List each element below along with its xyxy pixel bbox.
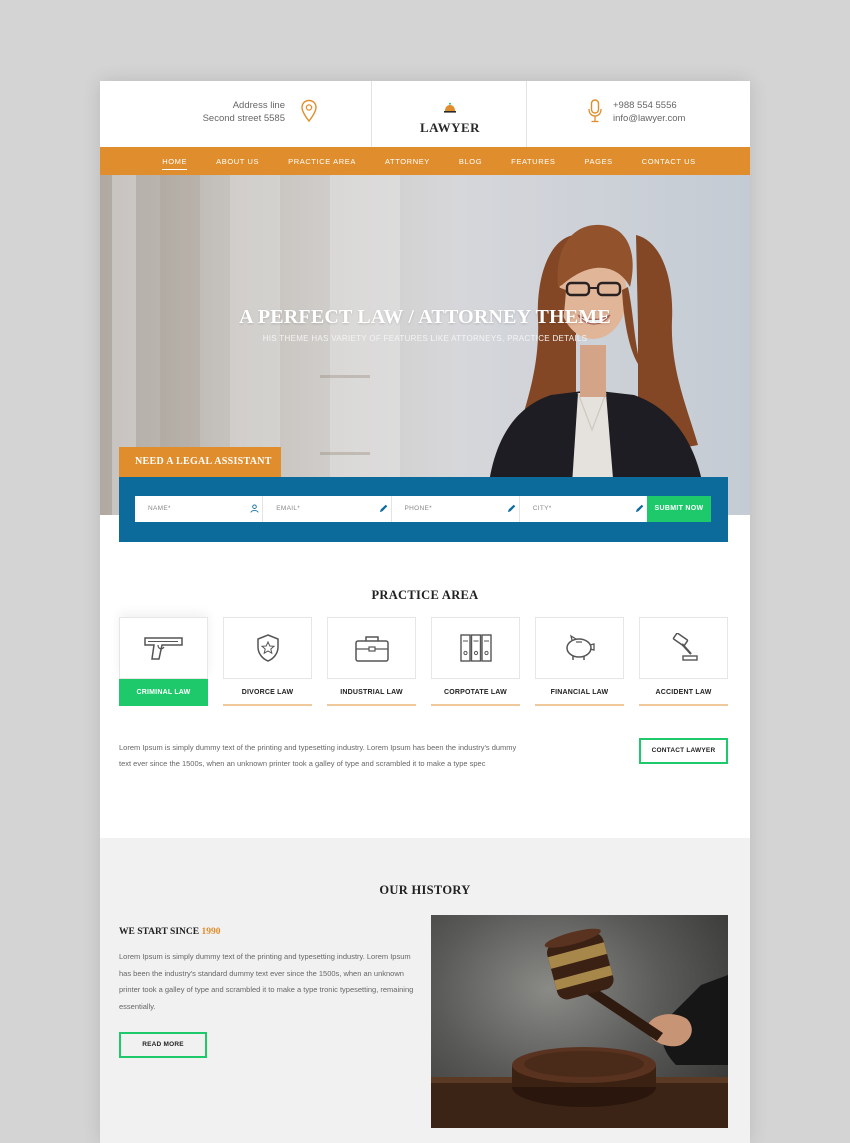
read-more-button[interactable]: READ MORE <box>119 1032 207 1058</box>
legal-assistant-tab: NEED A LEGAL ASSISTANT <box>119 447 281 477</box>
history-title: OUR HISTORY <box>379 883 471 897</box>
nav-home[interactable]: HOME <box>148 157 202 170</box>
phone-placeholder: PHONE* <box>404 505 432 512</box>
nav-practice-area[interactable]: PRACTICE AREA <box>274 157 371 166</box>
practice-card-icon-box <box>639 617 728 679</box>
address-block: Address line Second street 5585 <box>203 99 285 125</box>
practice-card-icon-box <box>223 617 312 679</box>
practice-card-financial-law[interactable]: FINANCIAL LAW <box>535 617 624 706</box>
nav-attorney[interactable]: ATTORNEY <box>370 157 444 166</box>
practice-card-label: CRIMINAL LAW <box>119 679 208 706</box>
desk-bell-icon <box>444 102 456 113</box>
shield-icon <box>256 634 279 662</box>
history-section: OUR HISTORY WE START SINCE 1990 Lorem Ip… <box>100 838 750 1143</box>
practice-card-accident-law[interactable]: ACCIDENT LAW <box>639 617 728 706</box>
site-header: Address line Second street 5585 LAWYER +… <box>100 81 750 147</box>
practice-card-divorce-law[interactable]: DIVORCE LAW <box>223 617 312 706</box>
since-year: 1990 <box>201 927 221 937</box>
nav-contact-us[interactable]: CONTACT US <box>627 157 710 166</box>
email-address[interactable]: info@lawyer.com <box>613 112 685 125</box>
address-line-1: Address line <box>232 100 285 111</box>
user-icon <box>250 504 259 513</box>
phone-field[interactable]: PHONE* <box>392 496 520 522</box>
pen-icon <box>507 504 516 513</box>
website-page: Address line Second street 5585 LAWYER +… <box>100 81 750 1143</box>
since-heading: WE START SINCE 1990 <box>119 927 220 937</box>
submit-button[interactable]: SUBMIT NOW <box>647 496 711 522</box>
microphone-icon <box>588 99 602 123</box>
practice-card-label: INDUSTRIAL LAW <box>327 679 416 706</box>
name-field[interactable]: NAME* <box>135 496 264 522</box>
logo-text: LAWYER <box>419 120 481 135</box>
address-line-2: Second street 5585 <box>202 113 285 124</box>
header-divider <box>526 81 527 147</box>
header-divider <box>371 81 372 147</box>
practice-area-description: Lorem Ipsum is simply dummy text of the … <box>119 743 517 768</box>
practice-card-icon-box <box>119 617 208 679</box>
city-placeholder: CITY* <box>532 505 552 512</box>
history-description: Lorem Ipsum is simply dummy text of the … <box>119 952 414 1011</box>
briefcase-icon <box>354 636 389 662</box>
binders-icon <box>459 634 492 662</box>
since-label: WE START SINCE <box>119 927 200 937</box>
practice-card-icon-box <box>535 617 624 679</box>
contact-block: +988 554 5556 info@lawyer.com <box>613 99 685 125</box>
nav-pages[interactable]: PAGES <box>570 157 627 166</box>
pen-icon <box>379 504 387 513</box>
nav-features[interactable]: FEATURES <box>497 157 570 166</box>
hero-title: A PERFECT LAW / ATTORNEY THEME <box>239 306 611 328</box>
email-placeholder: EMAIL* <box>276 505 301 512</box>
hero-subtitle: HIS THEME HAS VARIETY OF FEATURES LIKE A… <box>262 334 588 343</box>
nav-blog[interactable]: BLOG <box>444 157 496 166</box>
form-fields: NAME* EMAIL* PHONE* CITY* <box>135 496 647 522</box>
gavel-image <box>431 928 728 1128</box>
practice-card-icon-box <box>327 617 416 679</box>
practice-area-title: PRACTICE AREA <box>371 588 479 602</box>
pen-icon <box>635 504 644 513</box>
city-field[interactable]: CITY* <box>520 496 647 522</box>
practice-card-corporate-law[interactable]: CORPOTATE LAW <box>431 617 520 706</box>
name-placeholder: NAME* <box>148 505 171 512</box>
piggy-bank-icon <box>565 634 595 660</box>
practice-card-label: CORPOTATE LAW <box>431 679 520 706</box>
practice-card-icon-box <box>431 617 520 679</box>
map-pin-icon <box>301 99 317 123</box>
email-field[interactable]: EMAIL* <box>263 496 392 522</box>
contact-lawyer-button[interactable]: CONTACT LAWYER <box>639 738 728 764</box>
nav-about-us[interactable]: ABOUT US <box>202 157 274 166</box>
gavel-icon <box>672 633 698 661</box>
gun-icon <box>143 637 183 660</box>
practice-card-label: DIVORCE LAW <box>223 679 312 706</box>
phone-number[interactable]: +988 554 5556 <box>613 99 685 112</box>
practice-card-industrial-law[interactable]: INDUSTRIAL LAW <box>327 617 416 706</box>
practice-card-criminal-law[interactable]: CRIMINAL LAW <box>119 617 208 706</box>
practice-card-label: FINANCIAL LAW <box>535 679 624 706</box>
practice-card-label: ACCIDENT LAW <box>639 679 728 706</box>
gavel-photo <box>431 915 728 1128</box>
main-nav: HOME ABOUT US PRACTICE AREA ATTORNEY BLO… <box>100 147 750 175</box>
site-logo[interactable]: LAWYER <box>415 101 485 136</box>
